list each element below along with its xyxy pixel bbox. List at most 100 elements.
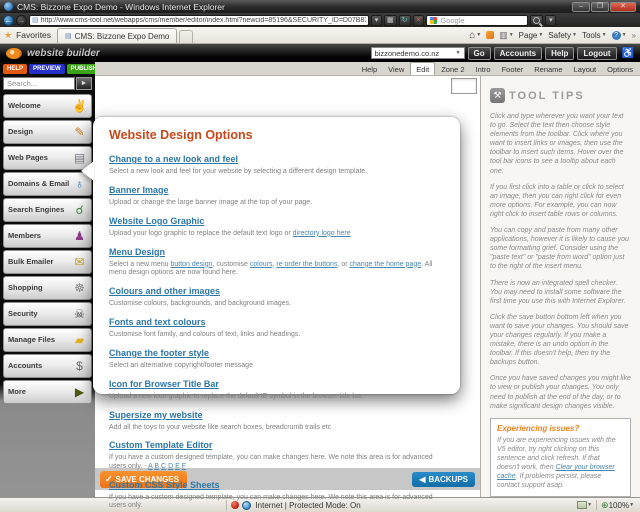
sidebar-item-label: Accounts bbox=[8, 362, 42, 370]
tab-edit[interactable]: Edit bbox=[410, 62, 435, 75]
sidebar-item-label: Web Pages bbox=[8, 154, 48, 162]
inline-link-re-order-the-buttons[interactable]: re order the buttons bbox=[276, 261, 337, 268]
link-colours-and-other-images[interactable]: Colours and other images bbox=[109, 286, 220, 296]
zoom-level-dropdown-icon[interactable]: ▼ bbox=[629, 502, 634, 508]
sidebar-item-design[interactable]: Design✎ bbox=[3, 120, 92, 144]
sidebar-item-web-pages[interactable]: Web Pages▤ bbox=[3, 146, 92, 170]
chevron-down-icon: ▼ bbox=[456, 50, 461, 56]
home-icon: ⌂ bbox=[469, 30, 475, 41]
go-button[interactable]: Go bbox=[468, 47, 491, 60]
tool-tip-paragraph-1: Click and type wherever you want your te… bbox=[490, 112, 631, 176]
sidebar-item-shopping[interactable]: Shopping☸ bbox=[3, 276, 92, 300]
tab-zone-2[interactable]: Zone 2 bbox=[436, 63, 469, 75]
zoom-dropdown-icon[interactable]: ▼ bbox=[587, 502, 592, 508]
issues-link-clear-your-browser-cache[interactable]: Clear your browser cache bbox=[497, 464, 615, 480]
tab-help[interactable]: Help bbox=[357, 63, 382, 75]
back-button[interactable]: ← bbox=[3, 15, 14, 26]
inline-link-change-the-home-page[interactable]: change the home page bbox=[350, 261, 422, 268]
link-banner-image[interactable]: Banner Image bbox=[109, 185, 169, 195]
sidebar-search-input[interactable]: Search... bbox=[3, 77, 75, 90]
sidebar-item-welcome[interactable]: Welcome✌ bbox=[3, 94, 92, 118]
sidebar-item-label: Members bbox=[8, 232, 41, 240]
tab-layout[interactable]: Layout bbox=[569, 63, 602, 75]
safety-menu[interactable]: Safety▼ bbox=[548, 31, 577, 40]
refresh-icon[interactable]: ↻ bbox=[399, 15, 411, 26]
sidebar-item-bulk-emailer[interactable]: Bulk Emailer✉ bbox=[3, 250, 92, 274]
link-supersize-my-website[interactable]: Supersize my website bbox=[109, 410, 203, 420]
sidebar-item-search-engines[interactable]: Search Engines☌ bbox=[3, 198, 92, 222]
sidebar-item-domains-email[interactable]: Domains & Email♁ bbox=[3, 172, 92, 196]
experiencing-issues-box: Experiencing issues? If you are experien… bbox=[490, 418, 631, 497]
accessibility-icon[interactable]: ♿ bbox=[622, 48, 634, 59]
tab-view[interactable]: View bbox=[383, 63, 409, 75]
desc-change-the-footer-style: Select an alternative copyright/footer m… bbox=[109, 362, 444, 370]
link-icon-for-browser-title-bar[interactable]: Icon for Browser Title Bar bbox=[109, 379, 219, 389]
link-change-the-footer-style[interactable]: Change the footer style bbox=[109, 348, 209, 358]
compatibility-view-icon[interactable]: ▦ bbox=[384, 15, 397, 26]
home-button[interactable]: ⌂▼ bbox=[469, 30, 481, 41]
search-button[interactable] bbox=[530, 15, 543, 26]
tab-options[interactable]: Options bbox=[602, 63, 638, 75]
help-button[interactable]: Help bbox=[545, 47, 574, 60]
accounts-button[interactable]: Accounts bbox=[494, 47, 542, 60]
favorites-label[interactable]: Favorites bbox=[16, 30, 51, 40]
close-button[interactable]: ✕ bbox=[610, 2, 636, 12]
browser-window: CMS: Bizzone Expo Demo - Windows Interne… bbox=[0, 0, 640, 512]
tools-menu[interactable]: Tools▼ bbox=[582, 31, 607, 40]
maximize-button[interactable]: ❐ bbox=[591, 2, 609, 12]
feeds-button[interactable] bbox=[486, 31, 494, 39]
tab-footer[interactable]: Footer bbox=[497, 63, 529, 75]
minimize-button[interactable]: – bbox=[572, 2, 590, 12]
sidebar-search-go-button[interactable]: ► bbox=[76, 77, 92, 90]
zoom-magnifier-icon[interactable]: ⊕ bbox=[601, 500, 609, 511]
feeds-icon bbox=[486, 31, 494, 39]
tab-rename[interactable]: Rename bbox=[529, 63, 567, 75]
inline-link-e[interactable]: E bbox=[175, 463, 180, 470]
forward-button[interactable]: → bbox=[16, 15, 27, 26]
page-icon: ▤ bbox=[32, 17, 39, 24]
logout-button[interactable]: Logout bbox=[577, 47, 616, 60]
inline-link-directory-logo-here[interactable]: directory logo here bbox=[293, 230, 351, 237]
change-zoom-icon[interactable] bbox=[577, 501, 587, 509]
sidebar-item-more[interactable]: More▶ bbox=[3, 380, 92, 404]
new-tab-button[interactable] bbox=[179, 30, 193, 43]
inline-link-b[interactable]: B bbox=[154, 463, 159, 470]
url-field[interactable]: ▤ http://www.cms-tool.net/webapps/cms/me… bbox=[29, 15, 369, 26]
cms-page: website builder bizzonedemo.co.nz ▼ GoAc… bbox=[0, 44, 640, 497]
browser-tab[interactable]: ▤ CMS: Bizzone Expo Demo bbox=[57, 28, 177, 43]
sidebar-item-members[interactable]: Members♟ bbox=[3, 224, 92, 248]
link-change-to-a-new-look-and-feel[interactable]: Change to a new look and feel bbox=[109, 154, 238, 164]
search-placeholder: Google bbox=[440, 16, 464, 25]
search-dropdown-icon[interactable]: ▾ bbox=[545, 15, 556, 26]
zoom-level[interactable]: 100% bbox=[609, 501, 629, 510]
link-custom-template-editor[interactable]: Custom Template Editor bbox=[109, 440, 212, 450]
inline-link-colours[interactable]: colours bbox=[250, 261, 273, 268]
favorites-star-icon[interactable]: ★ bbox=[4, 30, 12, 41]
link-fonts-and-text-colours[interactable]: Fonts and text colours bbox=[109, 317, 206, 327]
url-dropdown-icon[interactable]: ▾ bbox=[371, 15, 382, 26]
print-button[interactable]: ▥▼ bbox=[499, 30, 513, 41]
editor-dropdown[interactable] bbox=[451, 78, 477, 94]
sidebar-item-security[interactable]: Security☠ bbox=[3, 302, 92, 326]
inline-link-d[interactable]: D bbox=[168, 463, 173, 470]
cms-top-bar: website builder bizzonedemo.co.nz ▼ GoAc… bbox=[0, 44, 640, 62]
link-website-logo-graphic[interactable]: Website Logo Graphic bbox=[109, 216, 204, 226]
inline-link-button-design[interactable]: button design bbox=[170, 261, 212, 268]
overflow-chevron-icon[interactable]: » bbox=[632, 31, 636, 40]
stop-icon[interactable]: ✕ bbox=[413, 15, 425, 26]
sidebar-item-accounts[interactable]: Accounts$ bbox=[3, 354, 92, 378]
tab-intro[interactable]: Intro bbox=[471, 63, 496, 75]
preview-quick-button[interactable]: PREVIEW bbox=[29, 64, 65, 74]
mask-icon: ☠ bbox=[72, 308, 87, 320]
link-menu-design[interactable]: Menu Design bbox=[109, 247, 165, 257]
page-menu[interactable]: Page▼ bbox=[519, 31, 544, 40]
search-input[interactable]: Google bbox=[426, 15, 528, 26]
domain-select[interactable]: bizzonedemo.co.nz ▼ bbox=[371, 47, 465, 59]
inline-link-a[interactable]: A bbox=[148, 463, 152, 470]
link-custom-css-style-sheets[interactable]: Custom CSS Style Sheets bbox=[109, 480, 220, 490]
help-menu[interactable]: ?▼ bbox=[612, 31, 627, 40]
help-quick-button[interactable]: HELP bbox=[3, 64, 27, 74]
inline-link-f[interactable]: F bbox=[182, 463, 186, 470]
sidebar-item-manage-files[interactable]: Manage Files▰ bbox=[3, 328, 92, 352]
inline-link-c[interactable]: C bbox=[161, 463, 166, 470]
